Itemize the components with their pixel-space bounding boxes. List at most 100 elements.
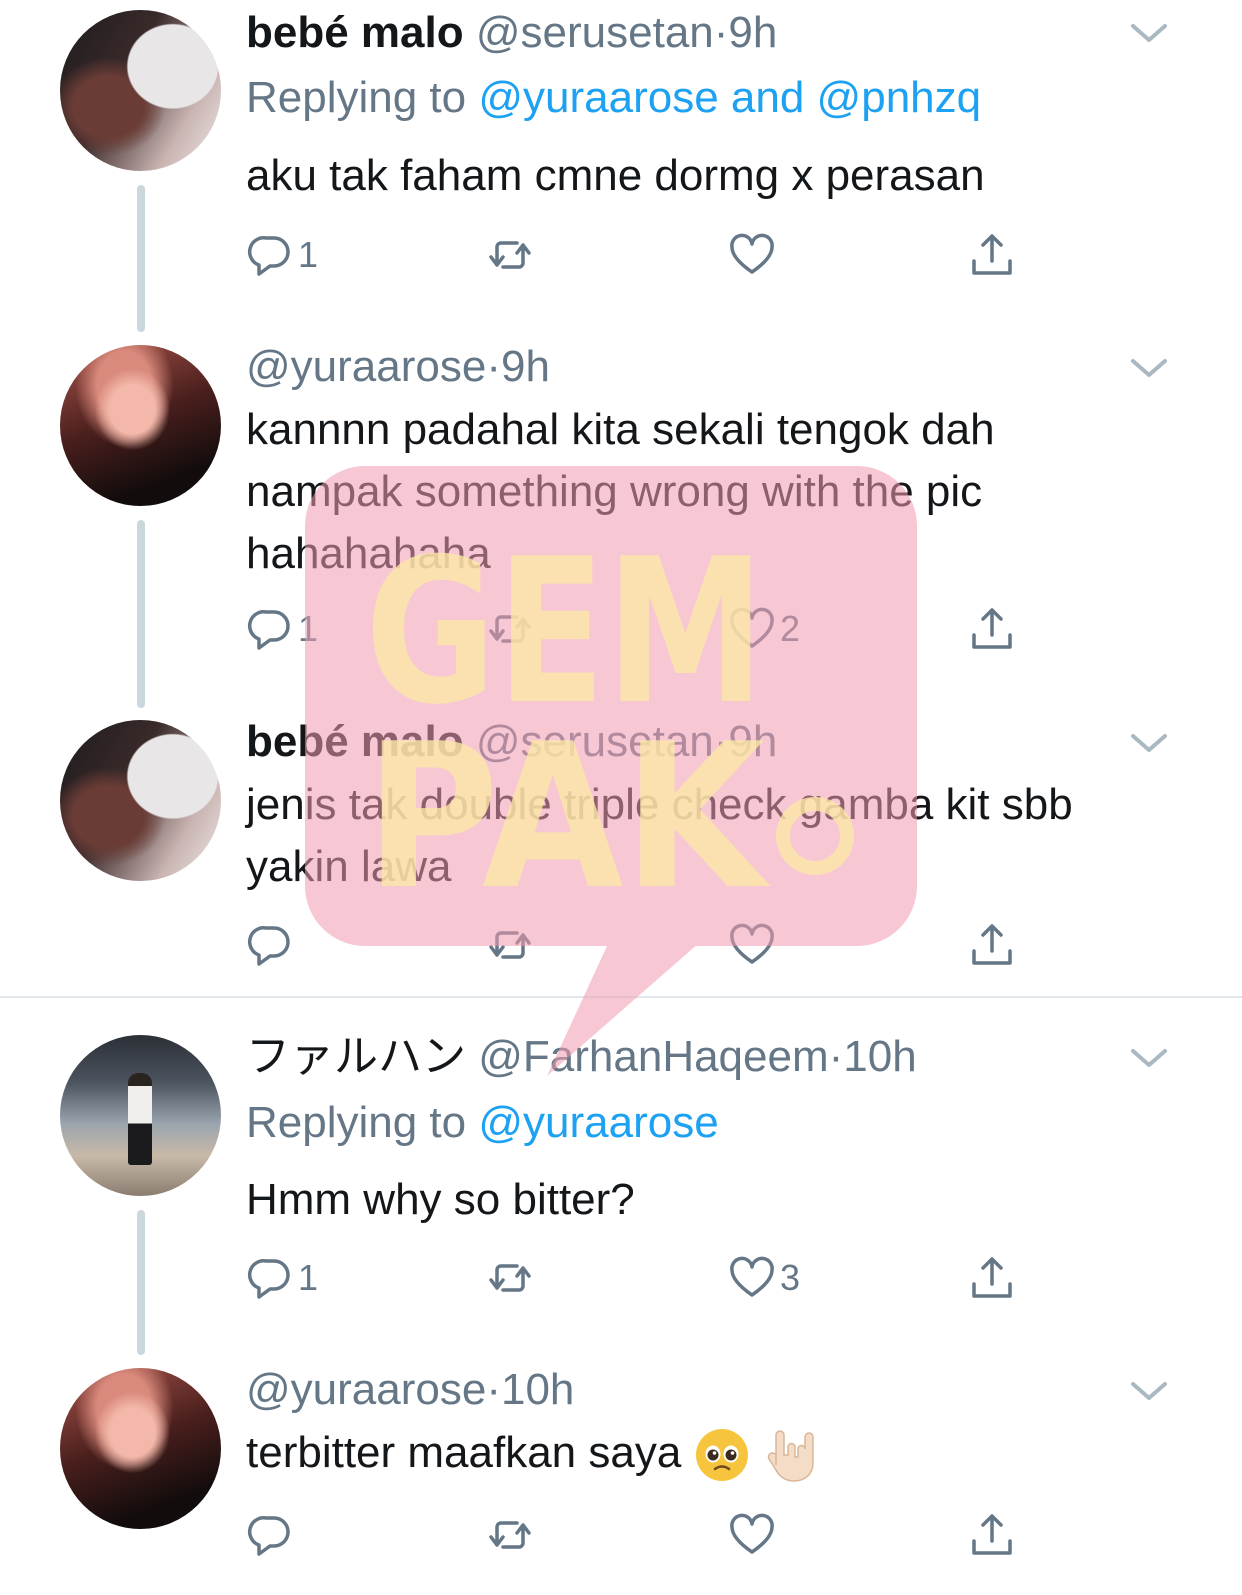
tweet-text-line: jenis tak double triple check gamba kit … bbox=[246, 780, 1073, 829]
share-icon bbox=[972, 234, 1012, 275]
reply-button[interactable]: 1 bbox=[246, 230, 318, 280]
user-handle[interactable]: @yuraarose bbox=[246, 1365, 486, 1414]
retweet-button[interactable] bbox=[486, 1253, 538, 1303]
thread-line bbox=[137, 1210, 145, 1355]
timestamp[interactable]: 10h bbox=[501, 1365, 574, 1414]
avatar[interactable] bbox=[60, 720, 221, 881]
display-name[interactable]: ファルハン bbox=[246, 1032, 466, 1081]
retweet-icon bbox=[489, 241, 531, 269]
retweet-icon bbox=[489, 1264, 531, 1292]
separator-dot: · bbox=[713, 8, 729, 57]
action-bar: 1 bbox=[246, 230, 1036, 280]
replying-prefix: Replying to bbox=[246, 1098, 467, 1147]
like-button[interactable]: 2 bbox=[728, 604, 800, 654]
timestamp[interactable]: 9h bbox=[728, 8, 777, 57]
replying-mentions[interactable]: @yuraarose and @pnhzq bbox=[478, 73, 981, 122]
share-icon bbox=[972, 1257, 1012, 1298]
reply-count: 1 bbox=[298, 234, 319, 275]
tweet-header: @yuraarose·10h bbox=[246, 1360, 574, 1420]
reply-icon bbox=[247, 1516, 290, 1556]
timestamp[interactable]: 10h bbox=[843, 1032, 916, 1081]
reply-icon bbox=[247, 610, 290, 650]
share-icon bbox=[972, 608, 1012, 649]
share-button[interactable] bbox=[968, 604, 1016, 654]
avatar[interactable] bbox=[60, 10, 221, 171]
tweet-text: jenis tak double triple check gamba kit … bbox=[246, 774, 1186, 898]
user-handle[interactable]: @FarhanHaqeem bbox=[478, 1032, 828, 1081]
chevron-down-icon[interactable] bbox=[1128, 728, 1170, 758]
reply-button[interactable]: 1 bbox=[246, 604, 318, 654]
tweet-text: Hmm why so bitter? bbox=[246, 1175, 635, 1224]
retweet-icon bbox=[489, 1521, 531, 1549]
tweet-header: ファルハン @FarhanHaqeem·10h bbox=[246, 1027, 917, 1087]
user-handle[interactable]: @serusetan bbox=[476, 8, 714, 57]
tweet-text: terbitter maafkan saya bbox=[246, 1422, 1186, 1485]
tweet-1[interactable]: bebé malo @serusetan·9h Replying to @yur… bbox=[0, 0, 1242, 332]
replying-mentions[interactable]: @yuraarose bbox=[478, 1098, 718, 1147]
replying-to: Replying to @yuraarose bbox=[246, 1093, 719, 1153]
retweet-icon bbox=[489, 931, 531, 959]
like-button[interactable] bbox=[728, 920, 780, 970]
user-handle[interactable]: @serusetan bbox=[476, 717, 714, 766]
pleading-face-emoji-icon bbox=[695, 1429, 748, 1482]
tweet-text-line: hahahahaha bbox=[246, 529, 491, 578]
timestamp[interactable]: 9h bbox=[728, 717, 777, 766]
heart-icon bbox=[730, 923, 774, 964]
reply-count: 1 bbox=[298, 608, 319, 649]
retweet-button[interactable] bbox=[486, 604, 538, 654]
tweet-3[interactable]: bebé malo @serusetan·9h jenis tak double… bbox=[0, 710, 1242, 995]
share-button[interactable] bbox=[968, 920, 1016, 970]
tweet-4[interactable]: ファルハン @FarhanHaqeem·10h Replying to @yur… bbox=[0, 1025, 1242, 1360]
share-button[interactable] bbox=[968, 1253, 1016, 1303]
separator-dot: · bbox=[713, 717, 729, 766]
separator-dot: · bbox=[486, 342, 501, 391]
chevron-down-icon[interactable] bbox=[1128, 1043, 1170, 1073]
reply-icon bbox=[247, 1259, 290, 1299]
retweet-button[interactable] bbox=[486, 230, 538, 280]
action-bar bbox=[246, 920, 1036, 970]
share-button[interactable] bbox=[968, 230, 1016, 280]
chevron-down-icon[interactable] bbox=[1128, 18, 1170, 48]
love-you-gesture-emoji-icon bbox=[767, 1430, 814, 1483]
like-button[interactable]: 3 bbox=[728, 1253, 800, 1303]
user-handle[interactable]: @yuraarose bbox=[246, 342, 486, 391]
display-name[interactable]: bebé malo bbox=[246, 717, 464, 766]
tweet-text-line: yakin lawa bbox=[246, 842, 452, 891]
action-bar: 1 3 bbox=[246, 1253, 1036, 1303]
avatar[interactable] bbox=[60, 345, 221, 506]
share-button[interactable] bbox=[968, 1510, 1016, 1560]
tweet-5[interactable]: @yuraarose·10h terbitter maafkan saya bbox=[0, 1360, 1242, 1595]
tweet-text-line: kannnn padahal kita sekali tengok dah bbox=[246, 405, 995, 454]
retweet-button[interactable] bbox=[486, 1510, 538, 1560]
chevron-down-icon[interactable] bbox=[1128, 1376, 1170, 1406]
replying-prefix: Replying to bbox=[246, 73, 467, 122]
like-button[interactable] bbox=[728, 1510, 780, 1560]
heart-icon bbox=[730, 1256, 774, 1297]
reply-count: 1 bbox=[298, 1257, 319, 1298]
tweet-header: @yuraarose·9h bbox=[246, 337, 550, 397]
separator-dot: · bbox=[828, 1032, 844, 1081]
chevron-down-icon[interactable] bbox=[1128, 353, 1170, 383]
timestamp[interactable]: 9h bbox=[501, 342, 550, 391]
retweet-button[interactable] bbox=[486, 920, 538, 970]
like-count: 2 bbox=[780, 608, 801, 649]
like-button[interactable] bbox=[728, 230, 780, 280]
reply-button[interactable] bbox=[246, 1510, 298, 1560]
tweet-header: bebé malo @serusetan·9h bbox=[246, 712, 777, 772]
action-bar: 1 2 bbox=[246, 604, 1036, 654]
reply-button[interactable] bbox=[246, 920, 298, 970]
heart-icon bbox=[730, 233, 774, 274]
thread-line bbox=[137, 520, 145, 708]
reply-icon bbox=[247, 236, 290, 276]
tweet-text-line: nampak something wrong with the pic bbox=[246, 467, 983, 516]
replying-to: Replying to @yuraarose and @pnhzq bbox=[246, 68, 981, 128]
reply-icon bbox=[247, 926, 290, 966]
separator-dot: · bbox=[486, 1365, 501, 1414]
thread-line bbox=[137, 185, 145, 332]
avatar[interactable] bbox=[60, 1368, 221, 1529]
avatar[interactable] bbox=[60, 1035, 221, 1196]
display-name[interactable]: bebé malo bbox=[246, 8, 464, 57]
reply-button[interactable]: 1 bbox=[246, 1253, 318, 1303]
tweet-2[interactable]: @yuraarose·9h kannnn padahal kita sekali… bbox=[0, 335, 1242, 710]
share-icon bbox=[972, 1514, 1012, 1555]
